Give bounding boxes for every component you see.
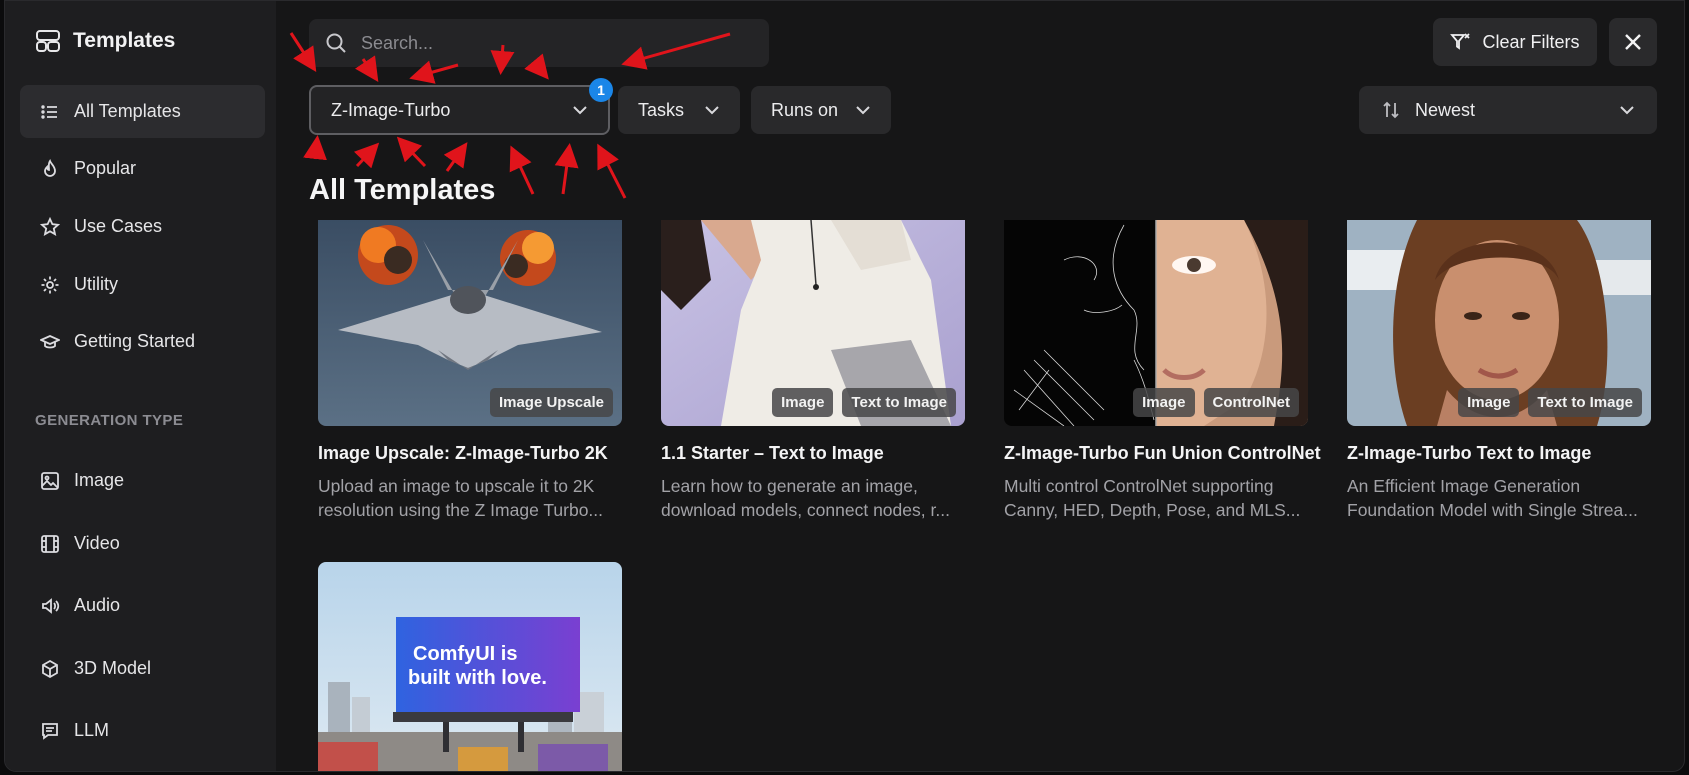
template-description-line: Learn how to generate an image, — [661, 476, 918, 496]
sidebar-item-label: All Templates — [74, 101, 181, 121]
template-tags: Image ControlNet — [1133, 388, 1299, 417]
sort-dropdown[interactable]: Newest — [1359, 86, 1657, 134]
search-icon — [326, 33, 346, 53]
sidebar-item-image[interactable]: Image — [20, 454, 265, 507]
sidebar-item-label: Image — [74, 470, 125, 490]
sidebar-brand: Templates — [35, 29, 175, 53]
template-title: Z-Image-Turbo Text to Image — [1347, 443, 1592, 463]
sidebar-item-label: Video — [74, 533, 120, 553]
speaker-icon — [42, 597, 60, 614]
sort-icon — [1383, 101, 1399, 119]
search-input[interactable] — [361, 32, 741, 54]
templates-dialog: Templates All Templates Popular Use Case… — [4, 0, 1685, 772]
image-icon — [41, 471, 59, 490]
sidebar-item-label: 3D Model — [74, 658, 152, 678]
runs-on-label: Runs on — [771, 99, 839, 120]
template-thumbnail[interactable]: Image Text to Image — [661, 220, 965, 426]
gear-icon — [41, 276, 59, 293]
template-thumbnail[interactable]: Image ControlNet — [1004, 220, 1308, 426]
chevron-down-icon — [1620, 106, 1634, 115]
chat-icon — [42, 722, 58, 740]
sidebar-item-audio[interactable]: Audio — [20, 579, 265, 632]
template-card[interactable]: Image Text to Image Z-Image-Turbo Text t… — [1347, 220, 1651, 522]
templates-logo-icon — [36, 30, 60, 52]
list-icon — [41, 104, 57, 119]
template-description-line: resolution using the Z Image Turbo... — [318, 500, 604, 520]
star-icon — [40, 216, 60, 236]
billboard-text-line: built with love. — [408, 667, 547, 689]
sidebar-item-popular[interactable]: Popular — [20, 142, 265, 195]
template-description-line: download models, connect nodes, r... — [661, 500, 950, 520]
template-thumbnail[interactable]: Image Upscale — [318, 220, 622, 426]
template-description-line: An Efficient Image Generation — [1347, 476, 1581, 496]
tasks-label: Tasks — [638, 99, 685, 120]
tag-badge: Image — [772, 388, 834, 417]
page-title: All Templates — [309, 174, 496, 206]
template-card[interactable]: Image Text to Image 1.1 Starter – Text t… — [661, 220, 965, 522]
filter-count-badge: 1 — [589, 78, 613, 102]
sidebar-item-utility[interactable]: Utility — [20, 258, 265, 311]
clear-filters-button[interactable]: Clear Filters — [1433, 18, 1597, 66]
template-card[interactable]: Image Upscale Image Upscale: Z-Image-Tur… — [318, 220, 622, 522]
tasks-dropdown[interactable]: Tasks — [618, 86, 740, 134]
template-description-line: Foundation Model with Single Strea... — [1347, 500, 1638, 520]
sidebar-item-llm[interactable]: LLM — [20, 704, 265, 757]
sidebar: Templates All Templates Popular Use Case… — [5, 1, 276, 771]
template-title: Image Upscale: Z-Image-Turbo 2K — [318, 443, 608, 463]
filter-clear-icon — [1450, 33, 1471, 50]
template-description-line: Upload an image to upscale it to 2K — [318, 476, 595, 496]
sidebar-item-video[interactable]: Video — [20, 517, 265, 570]
sidebar-item-label: Utility — [74, 274, 118, 294]
tag-badge: ControlNet — [1203, 388, 1299, 417]
sidebar-item-use-cases[interactable]: Use Cases — [20, 200, 265, 253]
sidebar-item-label: Popular — [74, 158, 137, 178]
chevron-down-icon — [856, 106, 870, 115]
sidebar-item-label: LLM — [74, 720, 110, 740]
template-thumbnail[interactable]: Image Text to Image — [1347, 220, 1651, 426]
template-description-line: Multi control ControlNet supporting — [1004, 476, 1274, 496]
close-button[interactable] — [1609, 18, 1657, 66]
model-filter-dropdown[interactable]: Z-Image-Turbo — [309, 85, 610, 135]
template-tags: Image Upscale — [489, 388, 613, 417]
tag-badge: Text to Image — [842, 388, 956, 417]
billboard-text-line: ComfyUI is — [413, 643, 517, 665]
sidebar-item-all-templates[interactable]: All Templates — [20, 85, 265, 138]
close-icon — [1625, 34, 1641, 50]
template-card[interactable]: ComfyUI is built with love. — [318, 562, 622, 771]
template-title: 1.1 Starter – Text to Image — [661, 443, 884, 463]
template-description-line: Canny, HED, Depth, Pose, and MLS... — [1004, 500, 1301, 520]
template-card[interactable]: Image ControlNet Z-Image-Turbo Fun Union… — [1004, 220, 1321, 522]
generation-type-label: GENERATION TYPE — [35, 412, 184, 429]
sidebar-item-label: Use Cases — [74, 216, 163, 236]
sort-label: Newest — [1415, 99, 1476, 120]
tag-badge: Image — [1133, 388, 1195, 417]
sidebar-item-3d-model[interactable]: 3D Model — [20, 642, 265, 695]
template-tags: Image Text to Image — [772, 388, 956, 417]
template-thumbnail[interactable]: ComfyUI is built with love. — [318, 562, 622, 771]
sidebar-item-label: Audio — [74, 595, 121, 615]
template-title: Z-Image-Turbo Fun Union ControlNet — [1004, 443, 1321, 463]
tag-badge: Image — [1458, 388, 1520, 417]
graduation-cap-icon — [40, 334, 60, 348]
model-filter-value: Z-Image-Turbo — [331, 99, 451, 120]
flame-icon — [44, 158, 56, 177]
billboard-thumbnail-image: ComfyUI is built with love. — [318, 562, 622, 771]
runs-on-dropdown[interactable]: Runs on — [751, 86, 891, 134]
sidebar-item-getting-started[interactable]: Getting Started — [20, 315, 265, 368]
tag-badge: Text to Image — [1528, 388, 1642, 417]
sidebar-title: Templates — [73, 29, 176, 52]
sidebar-item-label: Getting Started — [74, 331, 196, 351]
chevron-down-icon — [705, 106, 719, 115]
template-tags: Image Text to Image — [1458, 388, 1642, 417]
tag-badge: Image Upscale — [489, 388, 613, 417]
search-box[interactable] — [309, 19, 769, 67]
clear-filters-label: Clear Filters — [1482, 31, 1580, 52]
cube-icon — [42, 659, 58, 678]
main-panel: Clear Filters Z-Image-Turbo 1 Tasks Runs… — [276, 1, 1684, 771]
film-icon — [41, 534, 59, 553]
chevron-down-icon — [573, 106, 587, 115]
